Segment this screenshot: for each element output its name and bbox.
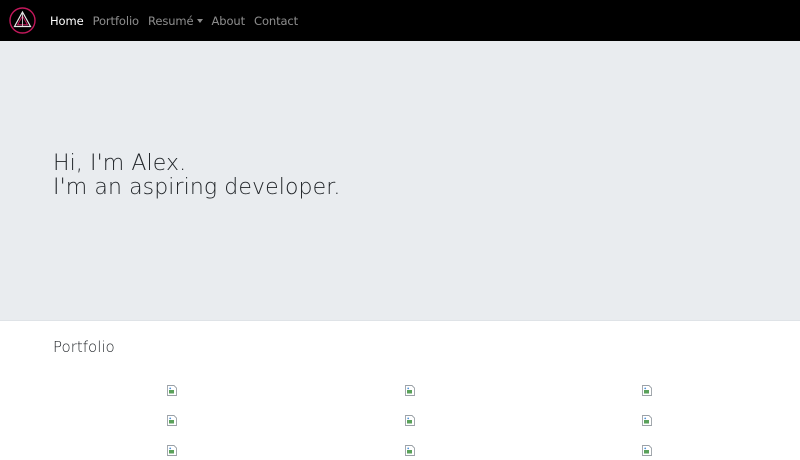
triangle-logo-icon: [9, 7, 36, 34]
nav-about-link[interactable]: About: [212, 14, 246, 28]
top-navbar: Home Portfolio Resumé About Contact: [0, 0, 800, 41]
hero-tagline: I'm an aspiring developer.: [53, 175, 341, 200]
broken-image-icon: [405, 441, 415, 460]
broken-image-icon: [642, 411, 652, 430]
broken-image-icon: [642, 381, 652, 400]
portfolio-heading: Portfolio: [53, 338, 115, 356]
portfolio-thumbnail[interactable]: [642, 441, 652, 456]
portfolio-thumbnail[interactable]: [405, 381, 415, 396]
broken-image-icon: [167, 381, 177, 400]
broken-image-icon: [642, 441, 652, 460]
hero-greeting: Hi, I'm Alex.: [53, 151, 187, 176]
nav-resume-dropdown[interactable]: Resumé: [148, 14, 203, 28]
portfolio-thumbnail[interactable]: [167, 381, 177, 396]
nav-links: Home Portfolio Resumé About Contact: [50, 0, 307, 41]
portfolio-thumbnail[interactable]: [642, 411, 652, 426]
nav-resume-label: Resumé: [147, 13, 194, 28]
broken-image-icon: [405, 411, 415, 430]
nav-home-link[interactable]: Home: [50, 14, 84, 28]
portfolio-thumbnail[interactable]: [642, 381, 652, 396]
hero-jumbotron: Hi, I'm Alex. I'm an aspiring developer.: [0, 41, 800, 321]
nav-contact-link[interactable]: Contact: [254, 14, 298, 28]
portfolio-thumbnail[interactable]: [405, 441, 415, 456]
broken-image-icon: [167, 441, 177, 460]
portfolio-thumbnail[interactable]: [405, 411, 415, 426]
broken-image-icon: [405, 381, 415, 400]
brand-logo-link[interactable]: [9, 7, 36, 34]
nav-portfolio-link[interactable]: Portfolio: [93, 14, 140, 28]
portfolio-thumbnail[interactable]: [167, 441, 177, 456]
caret-down-icon: [196, 19, 203, 23]
portfolio-thumbnail[interactable]: [167, 411, 177, 426]
broken-image-icon: [167, 411, 177, 430]
